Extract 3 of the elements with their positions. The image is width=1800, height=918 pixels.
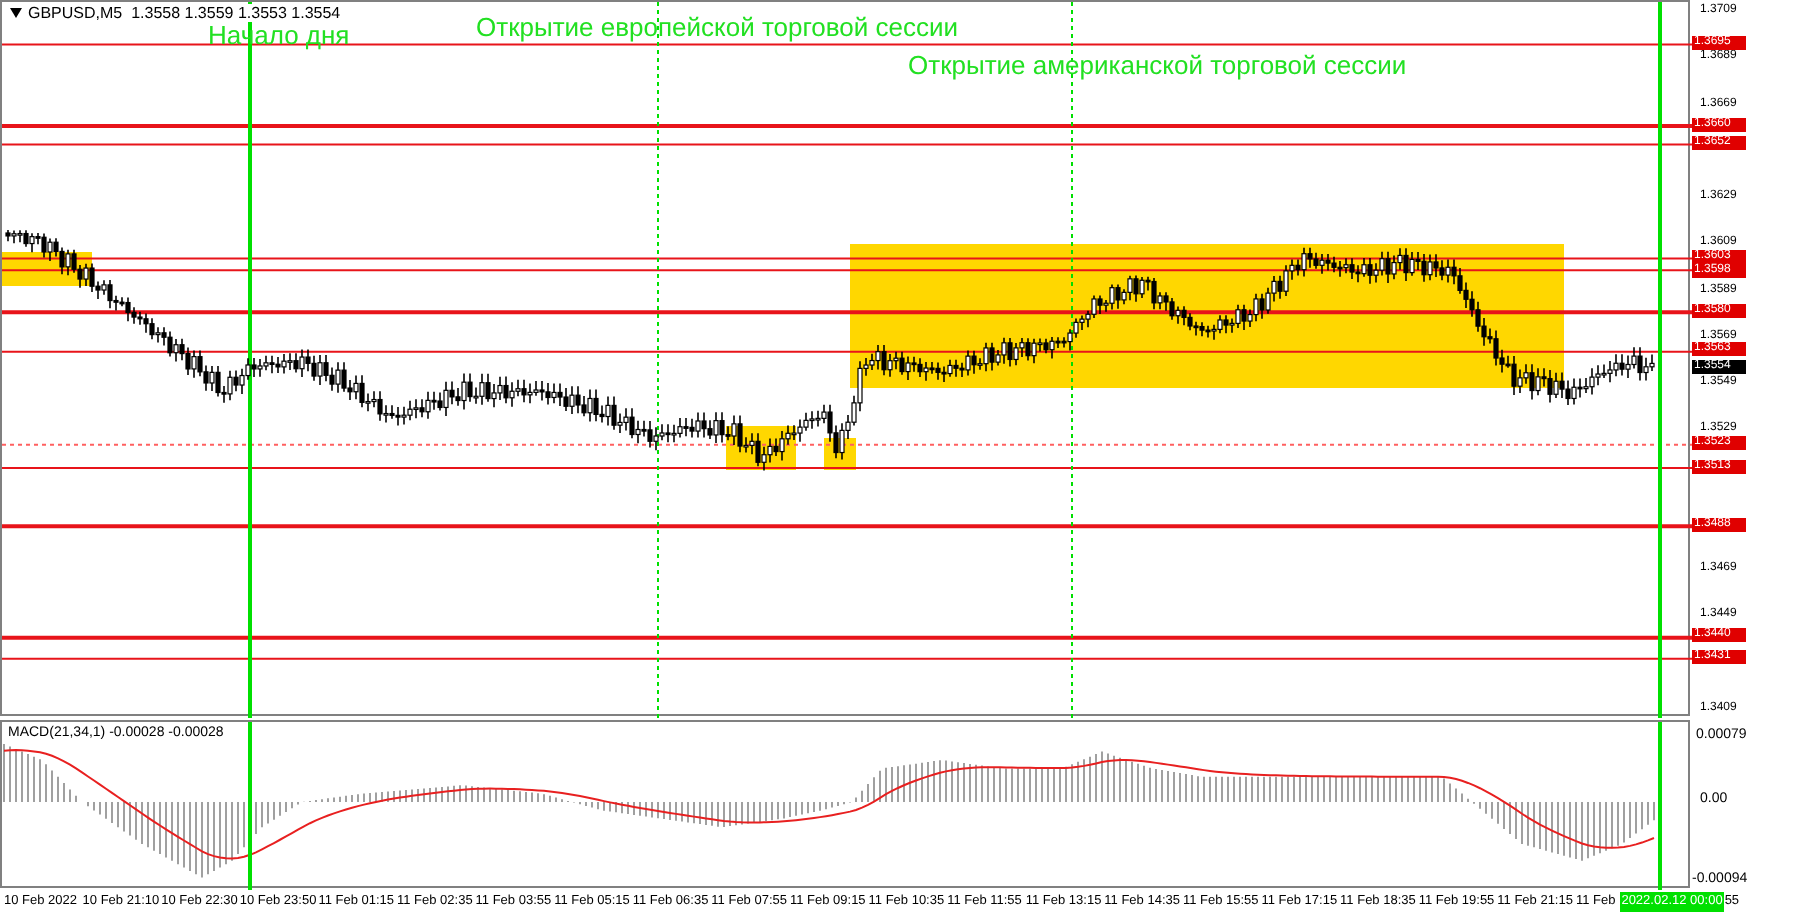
chart-annotation: Открытие американской торговой сессии	[908, 52, 1407, 78]
symbol-header: GBPUSD,M5 1.3558 1.3559 1.3553 1.3554	[28, 4, 341, 22]
chart-annotation: Открытие европейской торговой сессии	[476, 14, 959, 40]
